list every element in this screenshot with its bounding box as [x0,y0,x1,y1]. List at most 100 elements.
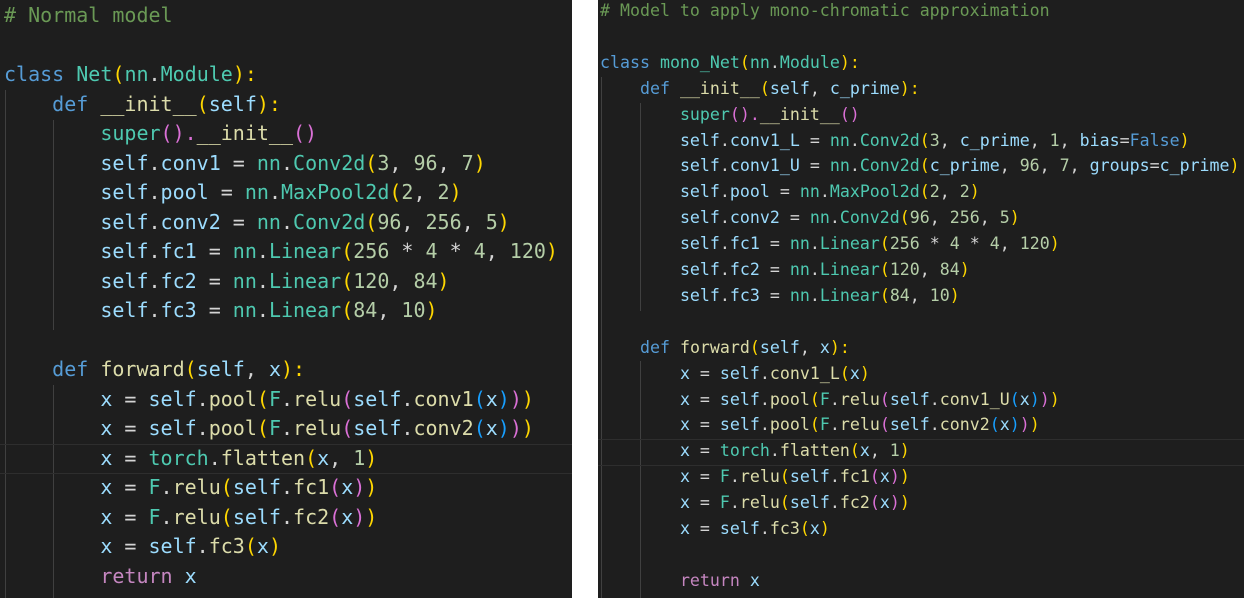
code-line[interactable]: self.fc1 = nn.Linear(256 * 4 * 4, 120) [600,231,1060,257]
code-token: ( [365,150,378,175]
code-token: . [148,180,161,204]
code-line[interactable]: x = torch.flatten(x, 1) [600,438,910,464]
code-token: conv1_U [939,389,1010,409]
code-token: . [719,208,730,228]
code-line[interactable]: super().__init__() [600,102,860,128]
code-token: flatten [220,445,306,470]
code-line[interactable]: def __init__(self): [4,89,281,119]
code-line[interactable]: self.conv1_L = nn.Conv2d(3, c_prime, 1, … [600,128,1190,154]
code-token: ): [899,78,920,98]
code-editor-mono-model[interactable]: # Model to apply mono-chromatic approxim… [598,0,1244,598]
code-token: # Normal model [4,3,173,27]
code-line[interactable]: x = F.relu(self.fc2(x)) [600,490,910,516]
code-token: = [112,475,149,499]
code-token: relu [293,386,342,411]
code-token: MaxPool2d [829,182,920,202]
code-token: x [879,467,890,487]
code-token: fc3 [769,519,800,538]
code-token: self [679,156,720,176]
code-token: , [919,260,940,279]
code-line[interactable]: def forward(self, x): [600,335,850,361]
code-token: ): [839,52,860,72]
code-line[interactable]: # Model to apply mono-chromatic approxim… [600,0,1050,24]
code-line[interactable]: self.fc2 = nn.Linear(120, 84) [4,266,450,296]
code-line[interactable]: self.pool = nn.MaxPool2d(2, 2) [4,177,461,207]
code-token: . [256,268,269,293]
code-token: ( [389,180,402,204]
code-token: ) [509,416,522,440]
code-line[interactable]: self.fc3 = nn.Linear(84, 10) [4,295,437,325]
code-line[interactable]: super().__init__() [4,118,317,148]
code-line[interactable]: return x [600,568,760,594]
code-line[interactable]: self.fc1 = nn.Linear(256 * 4 * 4, 120) [4,236,558,266]
code-line[interactable]: self.pool = nn.MaxPool2d(2, 2) [600,179,980,205]
code-line[interactable]: x = self.conv1_L(x) [600,361,870,387]
code-token: 3 [377,150,390,175]
code-token: ( [879,234,890,254]
code-token: ) [365,504,378,529]
code-token: 84 [939,260,960,279]
code-line[interactable]: x = self.fc3(x) [4,531,281,561]
code-line[interactable]: class Net(nn.Module): [4,59,257,89]
code-editor-normal-model[interactable]: # Normal model class Net(nn.Module): def … [0,0,572,598]
code-line[interactable]: def forward(self, x): [4,354,305,384]
code-token: . [759,389,770,409]
code-token: return [679,570,740,590]
code-line[interactable]: x = torch.flatten(x, 1) [4,443,377,473]
code-line[interactable]: def __init__(self, c_prime): [600,76,920,102]
code-line[interactable]: x = self.fc3(x) [600,516,830,542]
code-token: , [799,337,820,357]
code-token: ) [1029,415,1040,435]
code-token: . [148,298,161,322]
code-token: . [256,239,269,263]
code-token: = [112,534,149,558]
code-token: = [689,415,720,435]
code-token: Conv2d [293,209,366,234]
code-token: self [759,337,800,357]
code-token: def [639,337,670,357]
code-line[interactable]: class mono_Net(nn.Module): [600,50,860,76]
code-token: ) [819,519,830,538]
code-line[interactable]: x = self.pool(F.relu(self.conv1(x))) [4,384,534,414]
code-line[interactable]: x = F.relu(self.fc1(x)) [600,464,910,490]
code-token: relu [172,475,221,499]
code-line[interactable]: self.conv1 = nn.Conv2d(3, 96, 7) [4,148,485,178]
code-token: 7 [1059,156,1070,176]
code-line[interactable]: self.conv2 = nn.Conv2d(96, 256, 5) [600,205,1020,231]
code-line[interactable]: self.fc3 = nn.Linear(84, 10) [600,283,960,309]
code-line[interactable]: x = self.pool(F.relu(self.conv2(x))) [4,413,534,443]
code-token: self [679,285,720,305]
code-token: x [679,441,690,461]
code-token: nn [799,182,820,202]
code-line[interactable]: # Normal model [4,0,173,30]
code-token: self [148,534,197,558]
code-token: def [52,357,89,381]
code-token: nn [829,130,850,150]
code-line[interactable]: x = self.pool(F.relu(self.conv2(x))) [600,412,1040,438]
code-line[interactable]: x = F.relu(self.fc1(x)) [4,472,377,502]
code-token: , [1029,130,1050,150]
code-token: = [689,493,720,513]
code-token: self [789,467,830,487]
code-token: . [829,389,840,409]
code-token: x [341,475,354,499]
code-line[interactable]: return x [4,561,196,591]
code-token: ) [437,268,450,293]
code-line[interactable]: self.conv1_U = nn.Conv2d(c_prime, 96, 7,… [600,153,1240,179]
code-line[interactable]: x = self.pool(F.relu(self.conv1_U(x))) [600,387,1060,413]
code-line[interactable]: self.fc2 = nn.Linear(120, 84) [600,257,970,283]
code-line[interactable]: self.conv2 = nn.Conv2d(96, 256, 5) [4,207,510,237]
code-line[interactable]: x = F.relu(self.fc2(x)) [4,502,377,532]
code-token: mono_Net [659,52,740,72]
code-token: () [839,104,860,124]
code-token: ) [959,260,970,279]
code-token: self [208,91,257,116]
